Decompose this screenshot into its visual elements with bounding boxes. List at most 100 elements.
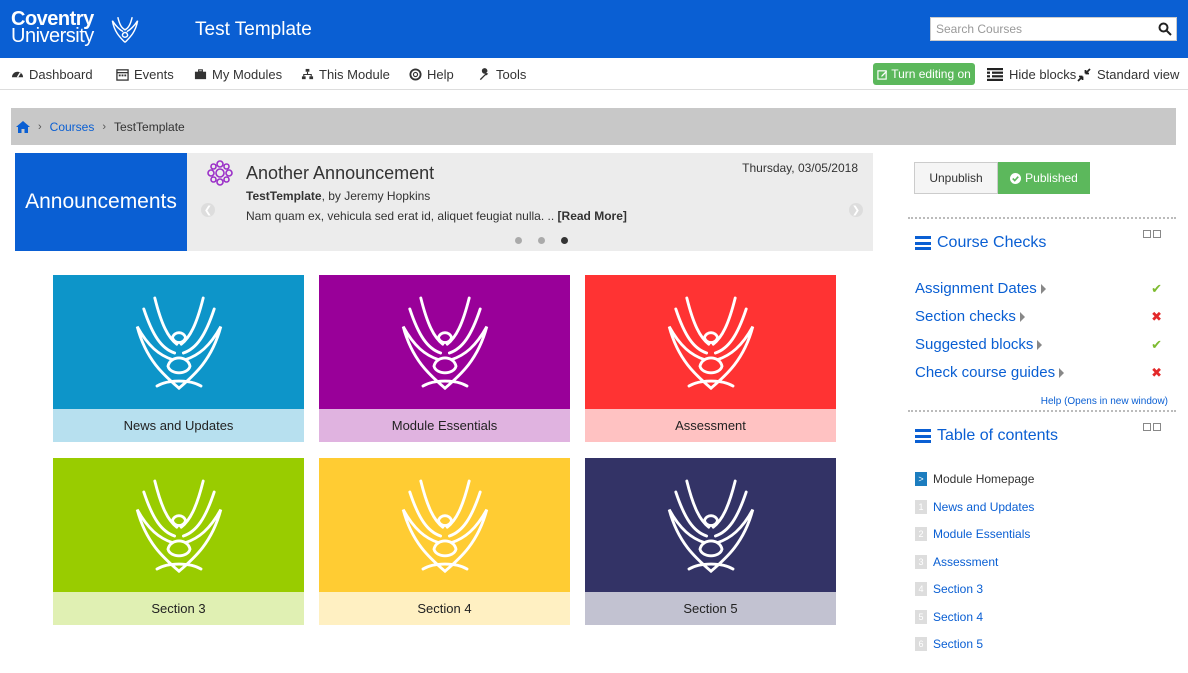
tile-label: Assessment bbox=[585, 409, 836, 442]
published-button[interactable]: Published bbox=[998, 162, 1090, 194]
carousel-dot-2[interactable] bbox=[538, 237, 545, 244]
toc-item[interactable]: 3 Assessment bbox=[915, 554, 998, 570]
course-check-text: Assignment Dates bbox=[915, 280, 1037, 297]
announcement-carousel: Another Announcement Thursday, 03/05/201… bbox=[187, 153, 873, 251]
sitemap-icon bbox=[301, 68, 314, 80]
primary-navbar: Dashboard Events My Modules This Module … bbox=[0, 58, 1188, 90]
briefcase-icon bbox=[194, 69, 207, 80]
standard-view-label: Standard view bbox=[1097, 67, 1180, 82]
toc-number-badge: > bbox=[915, 472, 927, 486]
search-box bbox=[930, 17, 1177, 41]
collapse-block-icon[interactable] bbox=[1143, 423, 1151, 431]
toc-title-label: Table of contents bbox=[937, 427, 1058, 444]
section-tile[interactable]: Section 5 bbox=[585, 458, 836, 625]
university-logo[interactable]: Coventry University bbox=[11, 9, 151, 49]
nav-this-module[interactable]: This Module bbox=[301, 67, 390, 82]
course-check-item[interactable]: Assignment Dates ✔ bbox=[915, 280, 1170, 300]
standard-view-button[interactable]: Standard view bbox=[1077, 67, 1179, 82]
edit-icon bbox=[877, 69, 888, 80]
nav-my-modules[interactable]: My Modules bbox=[194, 67, 282, 82]
check-mark-icon: ✔ bbox=[1151, 281, 1162, 296]
published-label: Published bbox=[1025, 171, 1078, 185]
toc-item[interactable]: > Module Homepage bbox=[915, 471, 1034, 487]
unpublish-button[interactable]: Unpublish bbox=[914, 162, 998, 194]
dock-block-icon[interactable] bbox=[1153, 230, 1161, 238]
announcement-body: Nam quam ex, vehicula sed erat id, aliqu… bbox=[246, 209, 627, 223]
toc-item-label: Section 4 bbox=[933, 609, 984, 624]
hide-blocks-label: Hide blocks bbox=[1009, 67, 1077, 82]
announcement-badge-icon bbox=[207, 160, 233, 186]
phoenix-icon bbox=[667, 296, 754, 390]
search-icon[interactable] bbox=[1158, 22, 1172, 36]
home-icon[interactable] bbox=[16, 120, 30, 133]
announcement-course: TestTemplate bbox=[246, 189, 322, 203]
cross-mark-icon: ✖ bbox=[1151, 365, 1162, 380]
announcement-title[interactable]: Another Announcement bbox=[246, 163, 434, 184]
course-check-label: Suggested blocks bbox=[915, 336, 1043, 353]
publish-toggle: Unpublish Published bbox=[914, 162, 1090, 194]
breadcrumb-courses-link[interactable]: Courses bbox=[50, 120, 95, 134]
nav-events-label: Events bbox=[134, 67, 174, 82]
phoenix-icon bbox=[401, 296, 488, 390]
carousel-prev-button[interactable]: ❮ bbox=[201, 203, 215, 217]
toc-item-label: Module Homepage bbox=[933, 472, 1035, 486]
section-tile[interactable]: Assessment bbox=[585, 275, 836, 442]
course-checks-title[interactable]: Course Checks bbox=[915, 234, 1046, 252]
section-tile[interactable]: Section 3 bbox=[53, 458, 304, 625]
caret-right-icon bbox=[1019, 312, 1025, 323]
hide-blocks-button[interactable]: Hide blocks bbox=[987, 67, 1076, 82]
announcement-excerpt: Nam quam ex, vehicula sed erat id, aliqu… bbox=[246, 209, 555, 223]
nav-dashboard-label: Dashboard bbox=[29, 67, 93, 82]
phoenix-icon bbox=[135, 479, 222, 573]
carousel-dot-1[interactable] bbox=[515, 237, 522, 244]
site-header: Coventry University Test Template bbox=[0, 0, 1188, 58]
breadcrumb-separator: › bbox=[102, 120, 107, 133]
list-icon bbox=[987, 68, 1003, 81]
nav-this-module-label: This Module bbox=[319, 67, 390, 82]
tile-image bbox=[53, 458, 304, 592]
carousel-next-button[interactable]: ❯ bbox=[849, 203, 863, 217]
block-controls[interactable] bbox=[1143, 423, 1163, 433]
section-tile[interactable]: Section 4 bbox=[319, 458, 570, 625]
carousel-dot-3[interactable] bbox=[561, 237, 568, 244]
phoenix-icon bbox=[135, 296, 222, 390]
course-check-item[interactable]: Suggested blocks ✔ bbox=[915, 336, 1170, 356]
chevron-left-icon: ❮ bbox=[203, 204, 213, 216]
block-controls[interactable] bbox=[1143, 230, 1163, 240]
nav-dashboard[interactable]: Dashboard bbox=[11, 67, 93, 82]
nav-tools[interactable]: Tools bbox=[478, 67, 526, 82]
phoenix-logo-icon bbox=[111, 17, 139, 43]
help-link[interactable]: Help (Opens in new window) bbox=[1000, 396, 1168, 407]
read-more-link[interactable]: [Read More] bbox=[558, 209, 627, 223]
toc-item-label: News and Updates bbox=[933, 499, 1035, 514]
site-title[interactable]: Test Template bbox=[195, 19, 312, 41]
breadcrumb-current: TestTemplate bbox=[114, 119, 185, 134]
toc-item[interactable]: 2 Module Essentials bbox=[915, 526, 1030, 542]
nav-events[interactable]: Events bbox=[116, 67, 174, 82]
search-input[interactable] bbox=[931, 18, 1151, 40]
course-check-item[interactable]: Check course guides ✖ bbox=[915, 364, 1170, 384]
toc-title[interactable]: Table of contents bbox=[915, 427, 1058, 445]
tile-label: Section 5 bbox=[585, 592, 836, 625]
calendar-icon bbox=[116, 69, 129, 81]
course-check-item[interactable]: Section checks ✖ bbox=[915, 308, 1170, 328]
course-checks-title-label: Course Checks bbox=[937, 234, 1047, 251]
nav-help[interactable]: Help bbox=[409, 67, 454, 82]
toc-item[interactable]: 5 Section 4 bbox=[915, 609, 983, 625]
turn-editing-on-button[interactable]: Turn editing on bbox=[873, 63, 975, 85]
toc-item[interactable]: 6 Section 5 bbox=[915, 636, 983, 652]
dock-block-icon[interactable] bbox=[1153, 423, 1161, 431]
toc-item-label: Assessment bbox=[933, 554, 999, 569]
toc-number-badge: 4 bbox=[915, 582, 927, 596]
toc-item[interactable]: 4 Section 3 bbox=[915, 581, 983, 597]
caret-right-icon bbox=[1059, 368, 1065, 379]
tile-label: News and Updates bbox=[53, 409, 304, 442]
toc-item-label: Module Essentials bbox=[933, 527, 1031, 541]
block-divider bbox=[908, 410, 1176, 412]
carousel-dots bbox=[515, 237, 568, 244]
breadcrumb: › Courses › TestTemplate bbox=[11, 108, 1176, 145]
section-tile[interactable]: News and Updates bbox=[53, 275, 304, 442]
collapse-block-icon[interactable] bbox=[1143, 230, 1151, 238]
toc-item[interactable]: 1 News and Updates bbox=[915, 499, 1034, 515]
section-tile[interactable]: Module Essentials bbox=[319, 275, 570, 442]
